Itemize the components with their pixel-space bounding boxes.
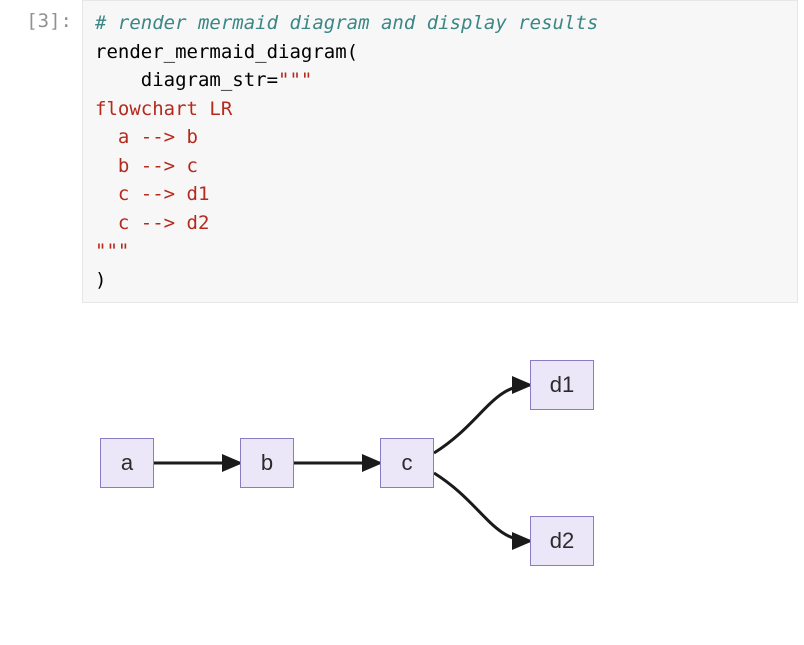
code-str-line: c --> d2 [95, 212, 209, 234]
mermaid-diagram: a b c d1 d2 [82, 333, 642, 593]
node-label: b [261, 450, 273, 476]
node-label: c [402, 450, 413, 476]
code-str-line: c --> d1 [95, 183, 209, 205]
node-label: a [121, 450, 133, 476]
code-str-line: flowchart LR [95, 98, 232, 120]
node-label: d1 [550, 372, 574, 398]
notebook-cell: [3]: # render mermaid diagram and displa… [0, 0, 804, 303]
node-a: a [100, 438, 154, 488]
close-triple-quote: """ [95, 240, 129, 262]
close-paren: ) [95, 269, 106, 291]
code-comment: # render mermaid diagram and display res… [95, 12, 598, 34]
node-d1: d1 [530, 360, 594, 410]
code-func: render_mermaid_diagram( [95, 41, 358, 63]
node-d2: d2 [530, 516, 594, 566]
node-label: d2 [550, 528, 574, 554]
code-str-line: b --> c [95, 155, 198, 177]
node-c: c [380, 438, 434, 488]
node-b: b [240, 438, 294, 488]
cell-output: a b c d1 d2 [82, 333, 804, 593]
open-triple-quote: """ [278, 69, 312, 91]
code-eq: = [267, 69, 278, 91]
edge-c-d1 [434, 385, 530, 453]
code-str-line: a --> b [95, 126, 198, 148]
execution-prompt: [3]: [0, 0, 82, 32]
code-arg: diagram_str [95, 69, 267, 91]
edge-c-d2 [434, 473, 530, 541]
code-input[interactable]: # render mermaid diagram and display res… [82, 0, 798, 303]
